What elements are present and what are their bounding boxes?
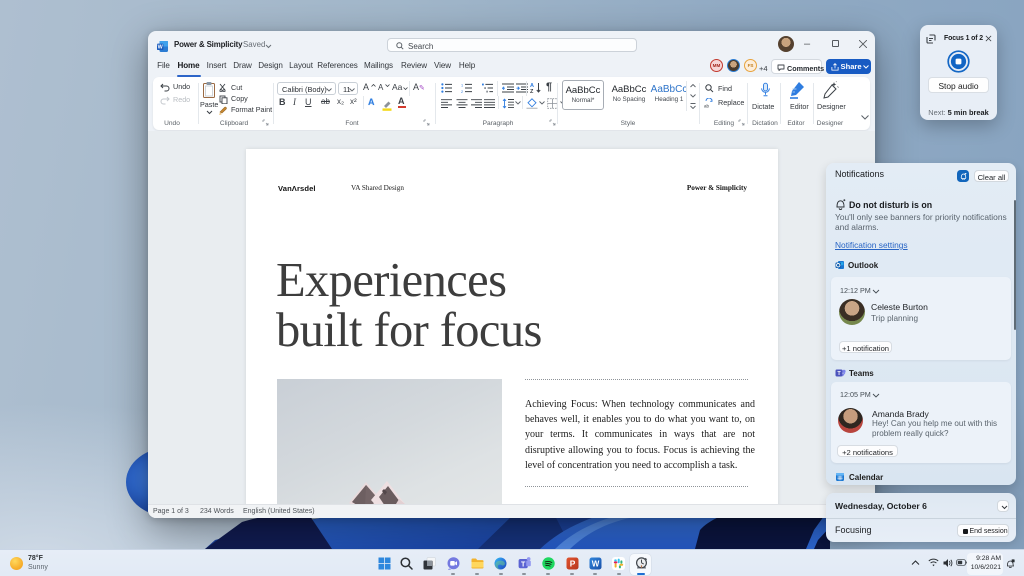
svg-text:T: T (521, 561, 526, 568)
svg-text:W: W (592, 560, 600, 569)
svg-text:P: P (569, 559, 575, 569)
svg-text:ab: ab (704, 104, 710, 109)
svg-text:1: 1 (461, 83, 463, 87)
svg-text:2: 2 (461, 90, 463, 93)
svg-text:Z: Z (530, 89, 534, 94)
